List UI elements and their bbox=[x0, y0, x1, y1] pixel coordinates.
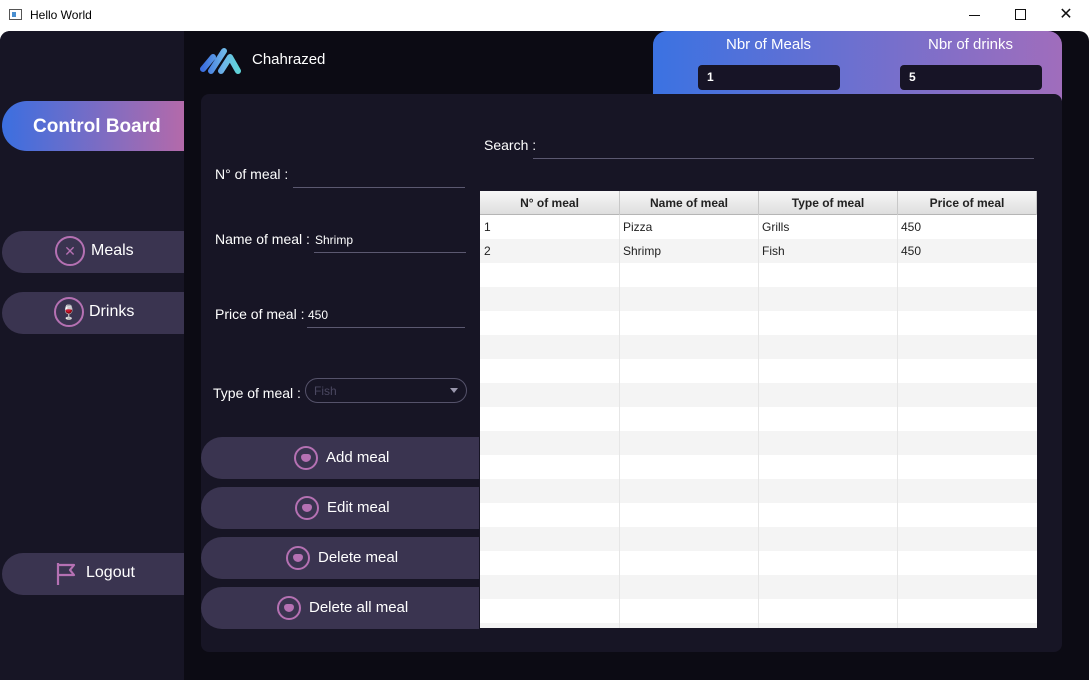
cat-icon bbox=[295, 496, 319, 520]
sidebar-item-logout[interactable]: Logout bbox=[2, 553, 184, 595]
search-underline bbox=[533, 158, 1034, 159]
column-header-meal-number[interactable]: N° of meal bbox=[480, 191, 620, 215]
flag-icon bbox=[56, 563, 76, 585]
app-window: Control Board ✕ Meals 🍷 Drinks Logout Ch bbox=[0, 31, 1089, 680]
close-button[interactable]: ✕ bbox=[1043, 0, 1089, 31]
sidebar-item-label: Meals bbox=[91, 242, 134, 259]
search-label: Search : bbox=[484, 137, 537, 153]
fork-knife-icon: ✕ bbox=[55, 236, 85, 266]
delete-meal-button[interactable]: Delete meal bbox=[201, 537, 479, 579]
cat-icon bbox=[286, 546, 310, 570]
meals-count-label: Nbr of Meals bbox=[726, 36, 812, 53]
meal-price-input[interactable]: 450 bbox=[308, 308, 328, 322]
table-cell: 1 bbox=[484, 220, 491, 234]
meal-price-underline bbox=[307, 327, 465, 328]
app-icon bbox=[9, 9, 22, 20]
meals-count-field: 1 bbox=[698, 65, 840, 90]
stats-panel: Nbr of Meals 1 Nbr of drinks 5 bbox=[653, 31, 1062, 101]
meal-type-select[interactable]: Fish bbox=[305, 378, 467, 403]
button-label: Delete all meal bbox=[309, 599, 409, 616]
sidebar-item-label: Control Board bbox=[33, 116, 161, 137]
table-header: N° of meal Name of meal Type of meal Pri… bbox=[480, 191, 1037, 215]
app-logo-icon bbox=[200, 48, 241, 74]
table-cell: 2 bbox=[484, 244, 491, 258]
column-divider bbox=[619, 215, 620, 628]
column-header-meal-type[interactable]: Type of meal bbox=[759, 191, 898, 215]
wine-glasses-icon: 🍷 bbox=[54, 297, 84, 327]
meal-type-value: Fish bbox=[314, 384, 337, 398]
sidebar-item-drinks[interactable]: 🍷 Drinks bbox=[2, 292, 184, 334]
table-cell: 450 bbox=[901, 220, 922, 234]
column-divider bbox=[758, 215, 759, 628]
meal-price-label: Price of meal : bbox=[215, 306, 305, 322]
meal-name-underline bbox=[314, 252, 466, 253]
button-label: Add meal bbox=[326, 449, 390, 466]
maximize-button[interactable] bbox=[997, 0, 1043, 31]
button-label: Delete meal bbox=[318, 549, 399, 566]
window-title-bar: Hello World ✕ bbox=[0, 0, 1091, 31]
add-meal-button[interactable]: Add meal bbox=[201, 437, 479, 479]
meal-type-label: Type of meal : bbox=[213, 385, 301, 401]
meal-number-underline bbox=[293, 187, 465, 188]
column-header-meal-price[interactable]: Price of meal bbox=[898, 191, 1037, 215]
sidebar-item-label: Logout bbox=[86, 564, 135, 581]
table-cell: Pizza bbox=[623, 220, 653, 234]
chevron-down-icon bbox=[450, 388, 458, 393]
cat-icon bbox=[294, 446, 318, 470]
drinks-count-label: Nbr of drinks bbox=[928, 36, 1014, 53]
meals-table[interactable]: N° of meal Name of meal Type of meal Pri… bbox=[480, 191, 1037, 628]
username: Chahrazed bbox=[252, 51, 326, 68]
meal-number-label: N° of meal : bbox=[215, 166, 289, 182]
drinks-count-field: 5 bbox=[900, 65, 1042, 90]
meal-name-input[interactable]: Shrimp bbox=[315, 233, 353, 247]
table-cell: Fish bbox=[762, 244, 785, 258]
window-title: Hello World bbox=[30, 8, 92, 22]
sidebar-item-control-board[interactable]: Control Board bbox=[2, 101, 184, 151]
edit-meal-button[interactable]: Edit meal bbox=[201, 487, 479, 529]
main-panel: N° of meal : Name of meal : Shrimp Price… bbox=[201, 94, 1062, 652]
button-label: Edit meal bbox=[327, 499, 390, 516]
column-header-meal-name[interactable]: Name of meal bbox=[620, 191, 759, 215]
meal-name-label: Name of meal : bbox=[215, 231, 310, 247]
minimize-button[interactable] bbox=[951, 0, 997, 31]
column-divider bbox=[897, 215, 898, 628]
delete-all-meal-button[interactable]: Delete all meal bbox=[201, 587, 479, 629]
sidebar: Control Board ✕ Meals 🍷 Drinks Logout bbox=[0, 31, 184, 680]
cat-icon bbox=[277, 596, 301, 620]
table-cell: 450 bbox=[901, 244, 922, 258]
table-cell: Shrimp bbox=[623, 244, 662, 258]
sidebar-item-label: Drinks bbox=[89, 303, 135, 320]
table-cell: Grills bbox=[762, 220, 790, 234]
sidebar-item-meals[interactable]: ✕ Meals bbox=[2, 231, 184, 273]
